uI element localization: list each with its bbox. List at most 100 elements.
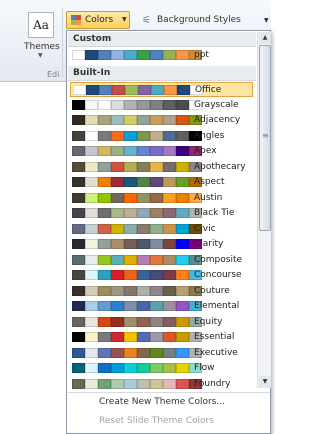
- color-swatch: [176, 161, 189, 172]
- themes-icon: Aa: [28, 12, 54, 38]
- color-swatch: [111, 99, 124, 110]
- color-swatch: [98, 363, 111, 373]
- color-swatch: [85, 378, 98, 389]
- color-swatch: [85, 254, 98, 265]
- color-swatch-strip: [72, 99, 202, 110]
- colors-button[interactable]: Colors ▼: [66, 11, 130, 29]
- color-swatch: [111, 208, 124, 218]
- color-swatch: [111, 50, 124, 60]
- color-swatch: [163, 130, 176, 141]
- color-swatch: [137, 239, 150, 249]
- color-swatch: [137, 130, 150, 141]
- color-swatch-strip: [72, 50, 202, 60]
- theme-colors-name: Couture: [194, 285, 230, 296]
- background-styles-icon: ⚟: [142, 15, 151, 26]
- color-swatch: [98, 301, 111, 311]
- color-swatch: [72, 177, 85, 187]
- color-swatch: [85, 177, 98, 187]
- theme-colors-item[interactable]: Composite: [70, 253, 253, 268]
- color-swatch: [163, 99, 176, 110]
- color-swatch-strip: [72, 161, 202, 172]
- theme-colors-item[interactable]: Apothecary: [70, 160, 253, 175]
- theme-colors-item[interactable]: Concourse: [70, 268, 253, 283]
- theme-colors-item[interactable]: Clarity: [70, 237, 253, 252]
- color-swatch: [176, 115, 189, 125]
- theme-colors-item[interactable]: Civic: [70, 222, 253, 237]
- color-swatch: [72, 208, 85, 218]
- theme-colors-item[interactable]: Office: [70, 82, 253, 97]
- color-swatch: [72, 223, 85, 234]
- chevron-down-icon: ▼: [122, 16, 127, 23]
- color-swatch: [150, 285, 163, 296]
- color-swatch: [124, 146, 137, 156]
- theme-colors-name: Apex: [194, 146, 217, 156]
- theme-colors-item[interactable]: Grayscale: [70, 98, 253, 113]
- color-swatch: [124, 378, 137, 389]
- color-swatch: [150, 378, 163, 389]
- color-swatch: [137, 146, 150, 156]
- color-swatch: [176, 177, 189, 187]
- color-swatch: [163, 50, 176, 60]
- theme-colors-item[interactable]: Essential: [70, 330, 253, 345]
- theme-colors-item[interactable]: Executive: [70, 346, 253, 361]
- theme-colors-item[interactable]: Apex: [70, 144, 253, 159]
- color-swatch: [72, 347, 85, 358]
- color-swatch-strip: [72, 115, 202, 125]
- color-swatch: [150, 223, 163, 234]
- color-swatch: [72, 115, 85, 125]
- color-swatch: [176, 239, 189, 249]
- color-swatch: [176, 270, 189, 280]
- color-swatch: [163, 347, 176, 358]
- scroll-down-icon[interactable]: ▼: [259, 376, 271, 388]
- color-swatch: [124, 270, 137, 280]
- theme-colors-item[interactable]: ppt: [70, 48, 253, 63]
- background-styles-button[interactable]: ⚟ Background Styles ▼: [142, 13, 270, 29]
- dropdown-scrollbar[interactable]: ▲ ≡ ▼: [257, 32, 271, 388]
- builtin-section-header: Built-In: [68, 66, 256, 81]
- color-swatch: [98, 254, 111, 265]
- scrollbar-thumb[interactable]: ≡: [259, 45, 271, 231]
- color-swatch: [124, 192, 137, 203]
- color-swatch: [111, 347, 124, 358]
- color-swatch: [111, 285, 124, 296]
- color-swatch: [86, 85, 99, 95]
- color-swatch: [163, 161, 176, 172]
- scroll-up-icon[interactable]: ▲: [259, 32, 271, 44]
- theme-colors-item[interactable]: Angles: [70, 129, 253, 144]
- color-swatch: [150, 254, 163, 265]
- theme-colors-item[interactable]: Foundry: [70, 377, 253, 392]
- color-swatch: [85, 301, 98, 311]
- color-swatch: [85, 270, 98, 280]
- color-swatch-strip: [72, 301, 202, 311]
- themes-button[interactable]: Aa Themes ▼: [24, 12, 60, 60]
- color-swatch: [163, 208, 176, 218]
- color-swatch: [111, 146, 124, 156]
- color-swatch: [111, 270, 124, 280]
- color-swatch: [177, 85, 190, 95]
- reset-slide-theme-colors-item[interactable]: Reset Slide Theme Colors: [99, 416, 214, 426]
- color-swatch: [85, 363, 98, 373]
- theme-colors-item[interactable]: Equity: [70, 315, 253, 330]
- color-swatch: [72, 301, 85, 311]
- theme-colors-item[interactable]: Elemental: [70, 299, 253, 314]
- theme-colors-name: Composite: [194, 254, 243, 265]
- color-swatch: [176, 332, 189, 342]
- theme-colors-item[interactable]: Adjacency: [70, 113, 253, 128]
- theme-colors-item[interactable]: Aspect: [70, 175, 253, 190]
- theme-colors-item[interactable]: Couture: [70, 284, 253, 299]
- color-swatch: [72, 50, 85, 60]
- theme-colors-item[interactable]: Black Tie: [70, 206, 253, 221]
- color-swatch: [150, 130, 163, 141]
- theme-colors-item[interactable]: Flow: [70, 361, 253, 376]
- theme-colors-name: ppt: [194, 50, 209, 60]
- theme-colors-item[interactable]: Austin: [70, 191, 253, 206]
- color-swatch: [163, 146, 176, 156]
- create-new-theme-colors-item[interactable]: Create New Theme Colors...: [99, 397, 225, 407]
- theme-colors-name: Adjacency: [194, 115, 241, 125]
- color-swatch: [176, 130, 189, 141]
- color-swatch: [111, 363, 124, 373]
- color-swatch: [150, 239, 163, 249]
- color-swatch-strip: [72, 270, 202, 280]
- color-swatch: [98, 208, 111, 218]
- theme-colors-name: Executive: [194, 347, 238, 358]
